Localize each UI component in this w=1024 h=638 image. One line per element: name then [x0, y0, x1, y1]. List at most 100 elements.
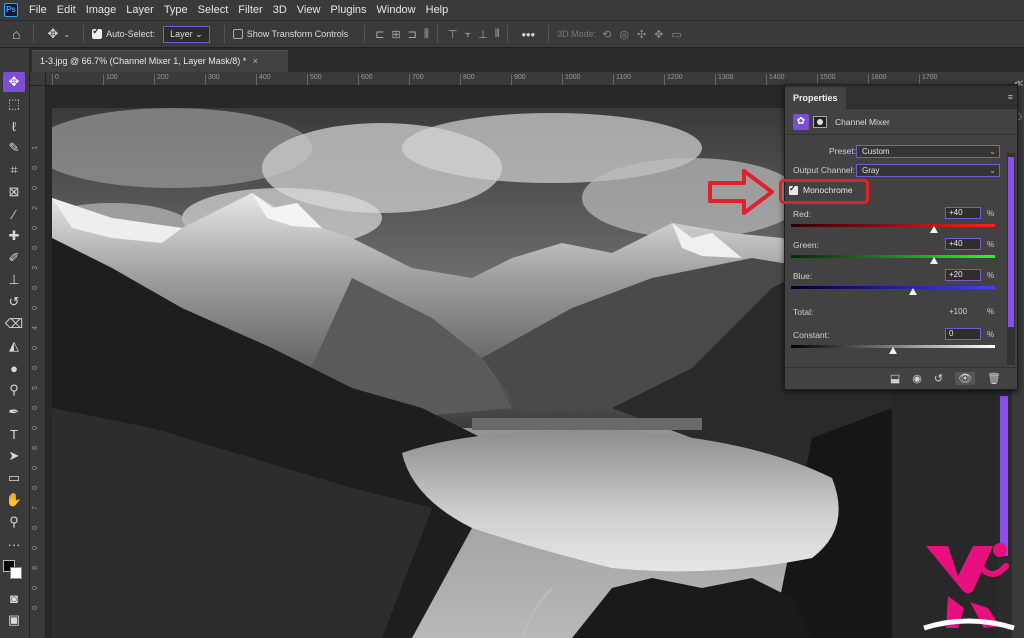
red-slider-thumb[interactable] — [929, 226, 938, 233]
menu-image[interactable]: Image — [81, 0, 122, 20]
blue-label: Blue: — [793, 271, 813, 281]
photoshop-logo: Ps — [4, 3, 18, 17]
green-slider-thumb[interactable] — [929, 257, 938, 264]
document-tab[interactable]: 1-3.jpg @ 66.7% (Channel Mixer 1, Layer … — [32, 50, 288, 72]
more-tools-icon[interactable]: ··· — [3, 534, 25, 554]
chevron-down-icon: ⌄ — [195, 28, 203, 39]
pan-icon[interactable]: ✣ — [637, 28, 646, 41]
constant-slider-thumb[interactable] — [889, 347, 897, 354]
align-right-icon[interactable]: ⊐ — [408, 28, 417, 41]
reset-icon[interactable]: ↺ — [934, 372, 943, 385]
path-selection-tool-icon[interactable]: ➤ — [3, 446, 25, 466]
close-icon[interactable]: × — [253, 56, 258, 66]
3d-mode-label: 3D Mode: — [557, 29, 597, 39]
move-tool-icon[interactable]: ✥ — [47, 26, 58, 42]
marquee-tool-icon[interactable]: ⬚ — [3, 94, 25, 114]
menu-window[interactable]: Window — [372, 0, 421, 20]
view-previous-icon[interactable]: ◉ — [912, 372, 922, 385]
orbit-icon[interactable]: ⟲ — [602, 28, 611, 41]
auto-select-checkbox[interactable] — [92, 26, 103, 39]
properties-scrollbar-thumb[interactable] — [1008, 157, 1014, 327]
blue-slider-track[interactable] — [791, 286, 995, 289]
align-top-icon[interactable]: ⊤ — [448, 28, 458, 41]
align-bottom-icon[interactable]: ⊥ — [478, 28, 488, 41]
auto-select-dropdown[interactable]: Layer ⌄ — [163, 25, 210, 43]
align-h-center-icon[interactable]: ⫼ — [424, 28, 429, 41]
screen-mode-icon[interactable]: ▣ — [3, 610, 25, 630]
eraser-tool-icon[interactable]: ⌫ — [3, 314, 25, 334]
home-icon[interactable]: ⌂ — [12, 26, 20, 42]
clip-to-layer-icon[interactable]: ⬓ — [890, 372, 900, 385]
ruler-tick-label: 0 — [32, 366, 39, 370]
ruler-tick-label: 1400 — [766, 74, 785, 85]
zoom-tool-icon[interactable]: ⚲ — [3, 512, 25, 532]
lasso-tool-icon[interactable]: ℓ — [3, 116, 25, 136]
menu-help[interactable]: Help — [421, 0, 454, 20]
rectangle-tool-icon[interactable]: ▭ — [3, 468, 25, 488]
show-transform-checkbox[interactable] — [232, 29, 243, 39]
roll-icon[interactable]: ◎ — [619, 28, 629, 41]
align-middle-icon[interactable]: ⫟ — [465, 28, 472, 41]
green-label: Green: — [793, 240, 819, 250]
pen-tool-icon[interactable]: ✒ — [3, 402, 25, 422]
layer-mask-icon[interactable] — [813, 115, 827, 128]
more-options-icon[interactable]: ••• — [521, 27, 535, 42]
ruler-tick-label: 0 — [32, 246, 39, 250]
ruler-tick-label: 800 — [460, 74, 475, 85]
slide-icon[interactable]: ✥ — [654, 28, 663, 41]
align-left-icon[interactable]: ⊏ — [375, 28, 384, 41]
output-channel-dropdown[interactable]: Gray ⌄ — [856, 164, 1000, 177]
blur-tool-icon[interactable]: ● — [3, 358, 25, 378]
eyedropper-tool-icon[interactable]: ⁄ — [3, 204, 25, 224]
ruler-tick-label: 1000 — [562, 74, 581, 85]
ruler-tick-label: 4 — [32, 326, 39, 330]
properties-tab[interactable]: Properties — [785, 87, 846, 109]
properties-scrollbar[interactable] — [1007, 153, 1015, 365]
crop-tool-icon[interactable]: ⌗ — [3, 160, 25, 180]
background-color-swatch[interactable] — [10, 567, 22, 579]
separator — [436, 25, 438, 43]
quick-mask-icon[interactable]: ◙ — [3, 588, 25, 608]
scrollbar-thumb[interactable] — [1000, 396, 1008, 556]
ruler-tick-label: 0 — [32, 166, 39, 170]
menu-layer[interactable]: Layer — [121, 0, 159, 20]
paint-bucket-tool-icon[interactable]: ◭ — [3, 336, 25, 356]
red-value-field[interactable]: +40 — [945, 207, 981, 219]
ruler-tick-label: 0 — [32, 186, 39, 190]
distribute-icon[interactable]: ⫴ — [495, 28, 500, 41]
channel-mixer-icon[interactable]: ✿ — [793, 113, 809, 130]
frame-tool-icon[interactable]: ⊠ — [3, 182, 25, 202]
red-slider-track[interactable] — [791, 224, 995, 227]
healing-brush-tool-icon[interactable]: ✚ — [3, 226, 25, 246]
ruler-tick-label: 600 — [358, 74, 373, 85]
delete-icon[interactable]: 🗑 — [987, 372, 1001, 385]
menu-select[interactable]: Select — [193, 0, 234, 20]
menu-view[interactable]: View — [292, 0, 326, 20]
dodge-tool-icon[interactable]: ⚲ — [3, 380, 25, 400]
align-center-icon[interactable]: ⊞ — [391, 28, 400, 41]
menu-plugins[interactable]: Plugins — [325, 0, 371, 20]
menu-filter[interactable]: Filter — [233, 0, 267, 20]
panel-menu-icon[interactable]: ≡ — [1008, 92, 1013, 102]
hand-tool-icon[interactable]: ✋ — [3, 490, 25, 510]
blue-slider-thumb[interactable] — [909, 288, 918, 295]
preset-dropdown[interactable]: Custom ⌄ — [856, 145, 1000, 158]
blue-value-field[interactable]: +20 — [945, 269, 981, 281]
menu-edit[interactable]: Edit — [52, 0, 81, 20]
camera-icon[interactable]: ▭ — [671, 28, 681, 41]
history-brush-tool-icon[interactable]: ↺ — [3, 292, 25, 312]
menu-type[interactable]: Type — [159, 0, 193, 20]
type-tool-icon[interactable]: T — [3, 424, 25, 444]
brush-tool-icon[interactable]: ✐ — [3, 248, 25, 268]
chevron-down-icon[interactable]: ⌄ — [63, 30, 70, 39]
menu-file[interactable]: File — [24, 0, 52, 20]
green-value-field[interactable]: +40 — [945, 238, 981, 250]
clone-stamp-tool-icon[interactable]: ⊥ — [3, 270, 25, 290]
constant-value-field[interactable]: 0 — [945, 328, 981, 340]
menu-3d[interactable]: 3D — [268, 0, 292, 20]
visibility-icon[interactable]: 👁 — [955, 372, 976, 385]
move-tool-icon[interactable]: ✥ — [3, 72, 25, 92]
green-slider-track[interactable] — [791, 255, 995, 258]
quick-select-tool-icon[interactable]: ✎ — [3, 138, 25, 158]
output-channel-value: Gray — [862, 166, 880, 175]
